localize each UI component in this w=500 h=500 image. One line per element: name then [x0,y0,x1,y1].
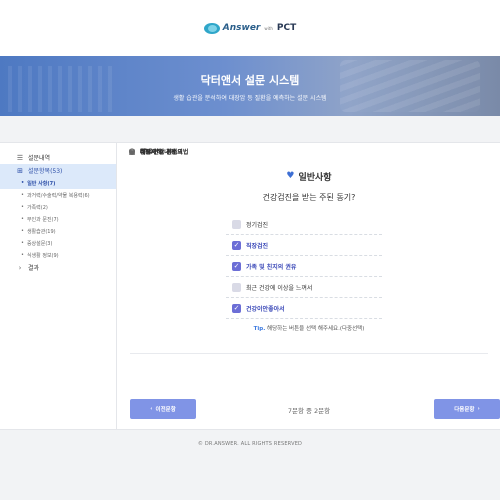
sidebar-subitem-general[interactable]: • 일반 사항(7) [0,177,116,189]
sidebar-subitem-label: 부인과 문진(7) [26,216,59,223]
sidebar-subitem-lifestyle[interactable]: • 생활습관(19) [0,225,116,237]
checkbox-icon[interactable] [232,282,241,292]
answer-option[interactable]: 최근 건강에 이상을 느껴서 [226,277,382,298]
checkbox-checked-icon[interactable]: ✓ [232,240,241,250]
sidebar-item-survey-items[interactable]: ⊞ 설문항목(53) [0,164,116,177]
logo[interactable]: Answer with PCT [203,22,297,34]
sidebar-subitem-label: 가족력(2) [26,204,48,211]
answer-option[interactable]: ✓ 가족 및 친지의 권유 [226,256,382,277]
sidebar-subitem-label: 식생활 정보(9) [26,252,59,259]
logo-pct-text: PCT [276,23,297,33]
banner-subtitle: 생활 습관을 분석하여 대장암 등 질환을 예측하는 설문 시스템 [173,95,327,102]
answer-option-label: 최근 건강에 이상을 느껴서 [246,284,313,292]
answer-option[interactable]: ✓ 건강이안좋아서 [226,298,382,319]
checkbox-icon[interactable] [232,219,241,229]
answer-option-label: 직장검진 [246,242,269,250]
tip-label: Tip. [253,326,266,332]
tip-text: Tip. 해당하는 버튼을 선택 해주세요.(다중선택) [118,324,500,332]
hero-banner: 닥터앤서 설문 시스템 생활 습관을 분석하여 대장암 등 질환을 예측하는 설… [0,56,500,116]
sidebar-subitem-diet[interactable]: • 식생활 정보(9) [0,249,116,261]
sidebar-item-history[interactable]: ☰ 설문내역 [0,151,116,164]
logo-mark-icon [203,22,220,34]
divider [130,353,488,354]
sidebar-subitem-label: 생활습관(19) [26,228,56,235]
question-category-label: 일반사항 [298,172,332,183]
sidebar-subitem-family[interactable]: • 가족력(2) [0,201,116,213]
sidebar-item-results[interactable]: › 결과 [0,261,116,274]
next-question-button[interactable]: 다음문항 › [434,399,500,419]
survey-panel: ⚕ 설문시작 ☰ 설문내역 ⊞ 설문항목(53) • 일반 사항(7) • 과거력/… [0,142,500,430]
heart-icon: ♥ [286,171,295,181]
tip-message: 해당하는 버튼을 선택 해주세요.(다중선택) [267,326,365,332]
top-header: Answer with PCT [0,0,500,56]
answer-option-label: 가족 및 친지의 권유 [246,263,297,271]
chevron-right-icon: › [477,406,480,412]
sidebar-subitem-label: 증상설문(3) [26,240,53,247]
list-icon: ☰ [16,153,24,162]
sidebar-subitem-label: 일반 사항(7) [27,180,56,187]
sidebar-item-label: 결과 [28,265,40,272]
answer-option[interactable]: 정기검진 [226,214,382,235]
logo-with-text: with [264,25,273,31]
answer-option-label: 건강이안좋아서 [246,305,285,313]
sidebar: ⚕ 설문시작 ☰ 설문내역 ⊞ 설문항목(53) • 일반 사항(7) • 과거력/… [0,143,188,429]
question-area: ♥ 일반사항 건강검진을 받는 주된 동기? 정기검진 ✓ 직장검진 ✓ 가족 … [118,143,500,429]
chevron-right-icon: › [18,263,22,272]
sidebar-subitem-history[interactable]: • 과거력/수술력/약물 복용력(6) [0,189,116,201]
banner-title: 닥터앤서 설문 시스템 [200,74,300,87]
sidebar-subitem-label: 과거력/수술력/약물 복용력(6) [26,192,90,199]
sidebar-subitem-symptoms[interactable]: • 증상설문(3) [0,237,116,249]
logo-answer-text: Answer [222,23,261,33]
next-button-label: 다음문항 [454,407,475,413]
question-title: 건강검진을 받는 주된 동기? [262,192,356,202]
checkbox-checked-icon[interactable]: ✓ [232,261,241,271]
answer-option[interactable]: ✓ 직장검진 [226,235,382,256]
sidebar-item-label: 설문항목(53) [28,168,63,175]
footer-copyright: © DR.ANSWER. ALL RIGHTS RESERVED [197,441,303,447]
sidebar-item-label: 설문내역 [28,155,51,162]
question-category: ♥ 일반사항 [286,170,331,183]
answer-option-label: 정기검진 [246,221,269,229]
answer-options: 정기검진 ✓ 직장검진 ✓ 가족 및 친지의 권유 최근 건강에 이상을 느껴서… [226,214,382,319]
sidebar-subitem-gynecology[interactable]: • 부인과 문진(7) [0,213,116,225]
checkbox-checked-icon[interactable]: ✓ [232,303,241,313]
network-icon: ⊞ [17,166,23,175]
